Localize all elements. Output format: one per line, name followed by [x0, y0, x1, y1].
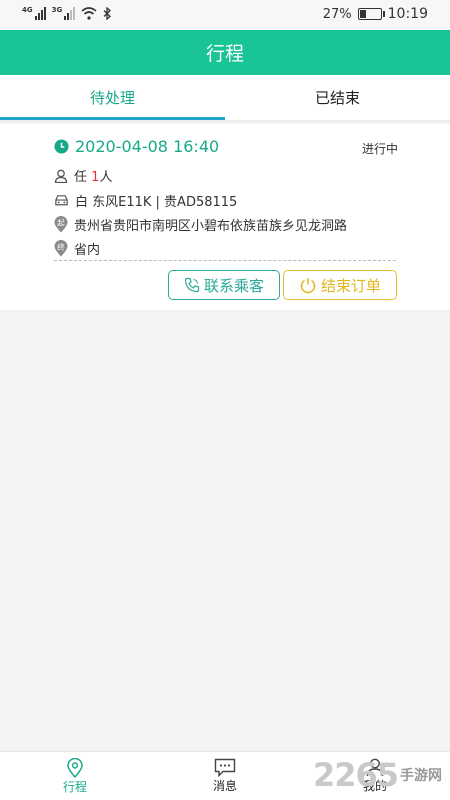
- order-time-row: 2020-04-08 16:40: [54, 137, 219, 156]
- location-pin-icon: [67, 757, 83, 778]
- passenger-surname: 任: [74, 170, 88, 185]
- signal-3g-icon: 3G: [52, 6, 76, 20]
- passenger-icon: [54, 169, 68, 183]
- signal-4g-icon: 4G: [22, 6, 46, 20]
- nav-messages[interactable]: 消息: [150, 752, 300, 800]
- passenger-row: 任 1人: [54, 166, 112, 185]
- order-datetime: 2020-04-08 16:40: [75, 137, 220, 156]
- start-address: 贵州省贵阳市南明区小碧布依族苗族乡见龙洞路: [74, 219, 348, 234]
- end-pin-icon: 终: [54, 240, 68, 257]
- tab-pending-label: 待处理: [89, 89, 135, 107]
- contact-passenger-button[interactable]: 联系乘客: [168, 270, 280, 300]
- watermark-text: 手游网: [400, 768, 442, 784]
- bluetooth-icon: [103, 6, 112, 20]
- vehicle-row: 白 东风E11K | 贵AD58115: [54, 191, 237, 210]
- battery-icon: [357, 8, 385, 20]
- network-type-1: 4G: [22, 6, 33, 14]
- page-header: 行程: [0, 30, 450, 75]
- start-address-row: 起 贵州省贵阳市南明区小碧布依族苗族乡见龙洞路: [54, 215, 347, 234]
- order-card[interactable]: 2020-04-08 16:40 进行中 任 1人 白 东风E11K | 贵AD…: [0, 124, 450, 310]
- page-title: 行程: [205, 43, 244, 65]
- wifi-icon: [81, 6, 97, 20]
- nav-trips-label: 行程: [62, 779, 87, 794]
- clock-icon: [54, 139, 69, 154]
- power-icon: [300, 278, 316, 294]
- status-bar: 4G 3G 27% 10:19: [0, 0, 450, 30]
- car-icon: [55, 195, 68, 206]
- battery-percent: 27%: [322, 6, 352, 22]
- end-order-button[interactable]: 结束订单: [283, 270, 397, 300]
- end-order-label: 结束订单: [320, 276, 381, 295]
- nav-trips[interactable]: 行程: [0, 752, 150, 800]
- divider: [54, 260, 396, 261]
- tab-bar: 待处理 已结束: [0, 75, 450, 120]
- contact-passenger-label: 联系乘客: [203, 276, 264, 295]
- start-marker-text: 起: [57, 219, 65, 228]
- message-icon: [214, 758, 236, 777]
- order-status: 进行中: [361, 142, 398, 156]
- tab-finished[interactable]: 已结束: [225, 75, 450, 120]
- end-marker-text: 终: [57, 242, 65, 252]
- network-type-2: 3G: [51, 6, 63, 14]
- tab-finished-label: 已结束: [314, 89, 360, 107]
- tab-pending[interactable]: 待处理: [0, 75, 225, 120]
- passenger-unit: 人: [99, 170, 113, 185]
- phone-icon: [184, 277, 200, 293]
- watermark-number: 2265: [312, 756, 399, 794]
- clock: 10:19: [387, 6, 428, 22]
- vehicle-info: 白 东风E11K | 贵AD58115: [75, 195, 238, 210]
- end-address: 省内: [74, 243, 101, 258]
- watermark-logo: 2265 手游网: [313, 756, 442, 794]
- start-pin-icon: 起: [54, 216, 68, 233]
- nav-messages-label: 消息: [212, 779, 237, 793]
- end-address-row: 终 省内: [54, 239, 100, 258]
